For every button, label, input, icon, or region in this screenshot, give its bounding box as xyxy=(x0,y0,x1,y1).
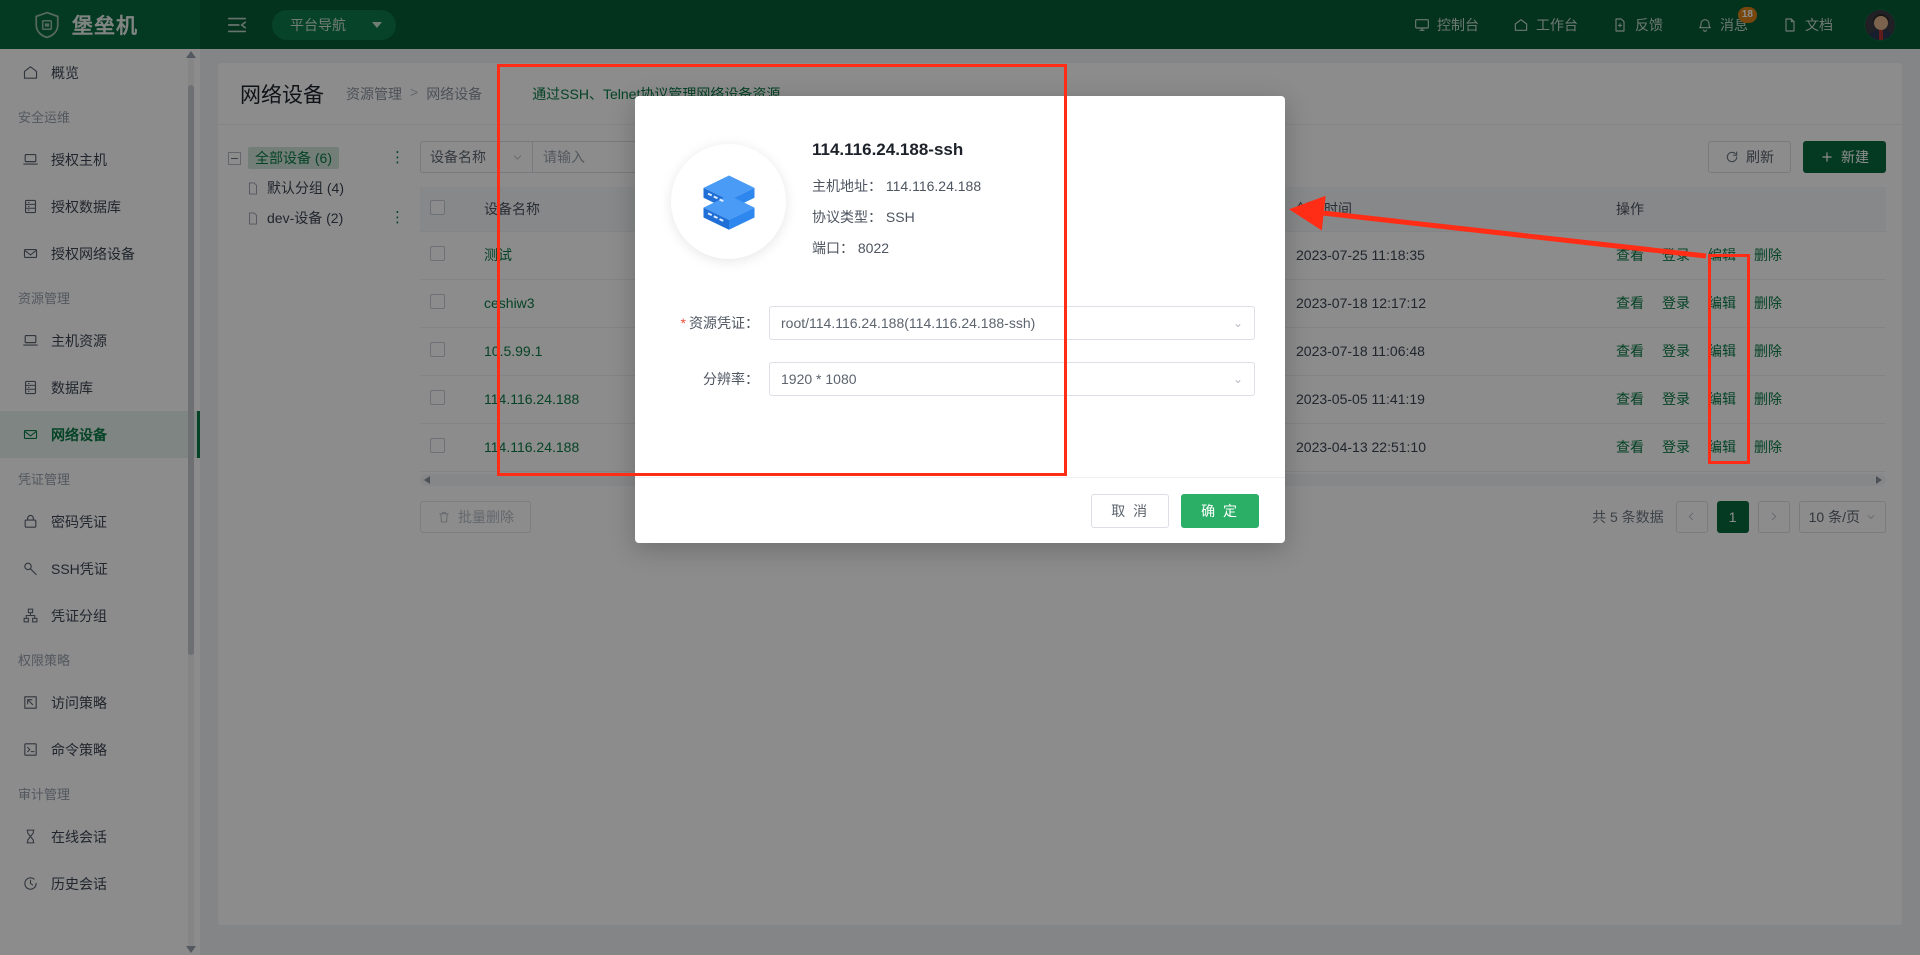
chevron-down-icon: ⌄ xyxy=(1232,372,1243,386)
device-port-line: 端口： 8022 xyxy=(812,238,981,258)
modal-footer: 取 消 确 定 xyxy=(635,477,1285,543)
app-root: 堡垒机 平台导航 控制台 工作台 反馈 消息 18 文档 概览 安全运维 授权主… xyxy=(0,0,1920,955)
resolution-value: 1920 * 1080 xyxy=(781,371,857,387)
modal-form: * 资源凭证： root/114.116.24.188(114.116.24.18… xyxy=(635,300,1285,396)
credential-value: root/114.116.24.188(114.116.24.188-ssh) xyxy=(781,315,1036,331)
device-title: 114.116.24.188-ssh xyxy=(812,139,964,159)
device-avatar xyxy=(671,143,786,259)
device-port-value: 8022 xyxy=(857,239,890,256)
credential-label: * 资源凭证： xyxy=(665,313,769,333)
modal-device-summary: 114.116.24.188-ssh 主机地址： 114.116.24.188 … xyxy=(635,96,1285,300)
required-asterisk: * xyxy=(680,315,686,331)
confirm-button[interactable]: 确 定 xyxy=(1181,493,1259,528)
device-protocol-label: 协议类型： xyxy=(812,208,882,225)
chevron-down-icon: ⌄ xyxy=(1232,316,1243,330)
credential-label-text: 资源凭证： xyxy=(689,315,759,331)
device-info: 114.116.24.188-ssh 主机地址： 114.116.24.188 … xyxy=(812,134,981,269)
device-protocol-value: SSH xyxy=(885,208,915,225)
resolution-select[interactable]: 1920 * 1080 ⌄ xyxy=(769,362,1255,396)
form-row-credential: * 资源凭证： root/114.116.24.188(114.116.24.18… xyxy=(665,306,1255,340)
form-row-resolution: 分辨率： 1920 * 1080 ⌄ xyxy=(665,362,1255,396)
device-host-value: 114.116.24.188 xyxy=(885,177,982,194)
credential-select[interactable]: root/114.116.24.188(114.116.24.188-ssh) … xyxy=(769,306,1255,340)
device-port-label: 端口： xyxy=(812,239,854,256)
resolution-label: 分辨率： xyxy=(665,369,769,389)
login-device-modal: 114.116.24.188-ssh 主机地址： 114.116.24.188 … xyxy=(635,96,1285,543)
device-host-line: 主机地址： 114.116.24.188 xyxy=(812,176,981,196)
cancel-button[interactable]: 取 消 xyxy=(1091,493,1170,528)
resolution-label-text: 分辨率： xyxy=(703,371,759,387)
device-protocol-line: 协议类型： SSH xyxy=(812,207,981,227)
server-stack-icon xyxy=(703,175,754,230)
device-host-label: 主机地址： xyxy=(812,177,882,194)
